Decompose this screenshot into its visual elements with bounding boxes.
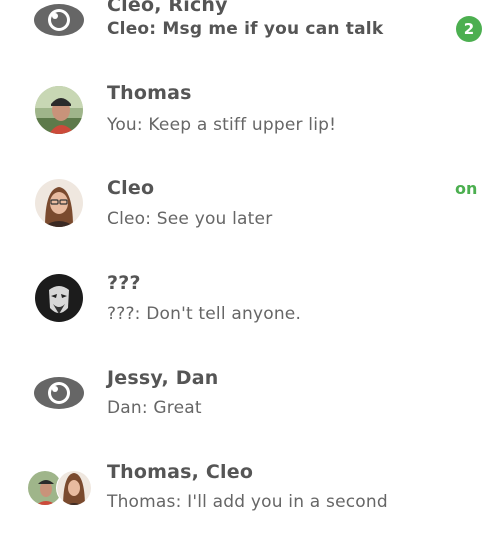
conversation-title: Cleo, Richy (107, 0, 228, 16)
conversation-preview: Thomas: I'll add you in a second (107, 492, 388, 512)
avatar-mask (35, 274, 83, 322)
avatar-cleo (35, 179, 83, 227)
conversation-row[interactable]: Thomas You: Keep a stiff upper lip! (0, 62, 500, 156)
unread-badge: 2 (456, 16, 482, 42)
conversation-preview: ???: Don't tell anyone. (107, 304, 302, 324)
conversation-title: Jessy, Dan (107, 367, 219, 389)
conversation-title: Cleo (107, 177, 155, 199)
conversation-preview: Cleo: See you later (107, 209, 273, 229)
conversation-row[interactable]: Jessy, Dan Dan: Great (0, 347, 500, 441)
conversation-row[interactable]: Cleo Cleo: See you later on (0, 157, 500, 251)
conversation-row[interactable]: Thomas, Cleo Thomas: I'll add you in a s… (0, 442, 500, 536)
conversation-title: Thomas, Cleo (107, 461, 254, 483)
avatar-thomas (35, 86, 83, 134)
conversation-title: Thomas (107, 82, 192, 104)
conversation-row[interactable]: Cleo, Richy Cleo: Msg me if you can talk… (0, 0, 500, 58)
conversation-title: ??? (107, 272, 141, 294)
conversation-row[interactable]: ??? ???: Don't tell anyone. (0, 252, 500, 346)
group-avatar (27, 468, 93, 508)
conversation-preview: Dan: Great (107, 398, 202, 418)
conversation-preview: Cleo: Msg me if you can talk (107, 19, 384, 39)
conversation-preview: You: Keep a stiff upper lip! (107, 115, 337, 135)
eye-icon (33, 373, 85, 413)
online-status: on (455, 179, 478, 198)
eye-icon (33, 0, 85, 40)
